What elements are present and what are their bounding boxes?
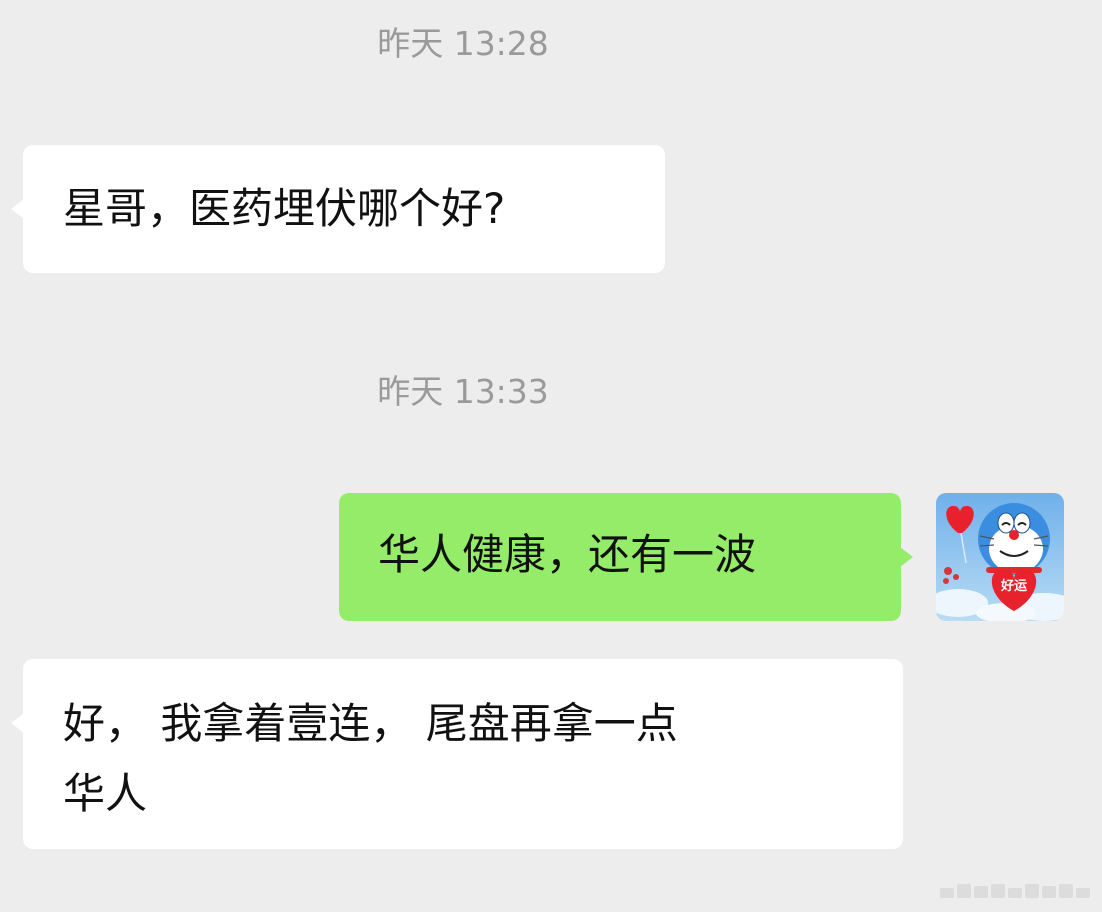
bubble-tail xyxy=(11,199,24,219)
message-timestamp: 昨天 13:28 xyxy=(377,24,549,63)
incoming-message-bubble[interactable]: 星哥，医药埋伏哪个好? xyxy=(11,145,665,273)
message-text: 华人 xyxy=(63,769,148,818)
watermark xyxy=(940,884,1090,898)
message-timestamp: 昨天 13:33 xyxy=(377,372,549,411)
bubble-tail xyxy=(11,713,24,733)
message-text: 好， 我拿着壹连， 尾盘再拿一点 xyxy=(63,699,678,748)
doraemon-avatar-image: 好运 xyxy=(936,493,1064,621)
outgoing-message-bubble[interactable]: 华人健康，还有一波 xyxy=(339,493,913,621)
incoming-message-bubble[interactable]: 好， 我拿着壹连， 尾盘再拿一点 华人 xyxy=(11,659,903,849)
message-text: 星哥，医药埋伏哪个好? xyxy=(63,184,506,233)
lucky-badge-text: 好运 xyxy=(1000,578,1027,594)
bubble-tail xyxy=(900,547,913,567)
user-avatar[interactable]: 好运 xyxy=(936,493,1064,621)
message-text: 华人健康，还有一波 xyxy=(378,530,757,579)
